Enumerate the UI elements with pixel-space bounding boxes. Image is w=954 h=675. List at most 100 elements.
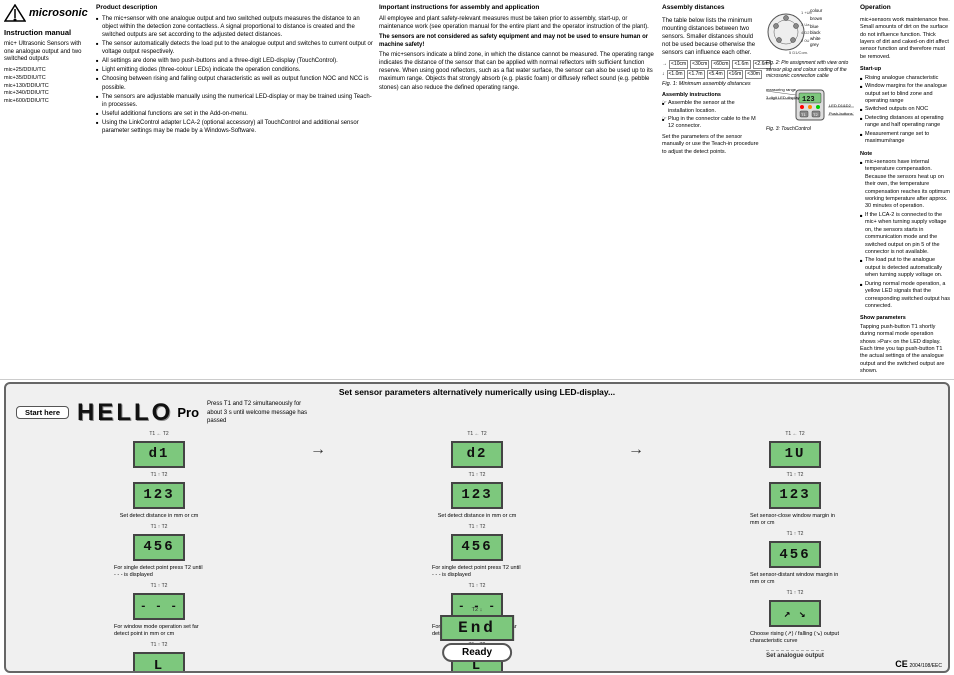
note-heading: Note xyxy=(860,151,950,158)
au-123-text: 123 xyxy=(779,487,810,503)
important-warning: The sensors are not considered as safety… xyxy=(379,33,658,49)
diagram-inner: Start here HELLO Pro Press T1 and T2 sim… xyxy=(6,399,948,666)
startup-heading: Start-up xyxy=(860,66,950,73)
startup-item-3: ■Switched outputs on NOC xyxy=(860,106,950,113)
d1-123-lcd: 123 xyxy=(133,482,185,509)
startup-section: Start-up ■Rising analogue characteristic… xyxy=(860,66,950,146)
note-item-2: ■If the LCA-2 is connected to the mic+ w… xyxy=(860,212,950,257)
d2-lcd-text: d2 xyxy=(467,446,488,462)
d2-123-lcd: 123 xyxy=(451,482,503,509)
start-row: Start here HELLO Pro Press T1 and T2 sim… xyxy=(12,399,942,427)
startup-item-4: ■Detecting distances at operating range … xyxy=(860,115,950,130)
model-list: mic+25/DDIU/TC mic+35/DDIU/TC mic+130/DD… xyxy=(4,67,92,105)
d1-t1t2-mid3: T1 ↑ T2 xyxy=(151,583,168,589)
au-curve-desc: Choose rising (↗) / falling (↘) output c… xyxy=(750,631,840,645)
d2-456-text: 456 xyxy=(461,539,492,555)
au-456-text: 456 xyxy=(779,547,810,563)
microsonic-logo-icon xyxy=(4,4,26,22)
d2-t1t2-mid2: T1 ↑ T2 xyxy=(469,524,486,530)
fig3-caption: Fig. 3: TouchControl xyxy=(766,126,856,133)
product-bullet-5: Choosing between rising and falling outp… xyxy=(96,75,375,91)
au-t1t2-top: T1 ← T2 xyxy=(785,431,804,437)
operation-col: Operation mic+sensors work maintenance f… xyxy=(860,4,950,377)
d2-123-desc: Set detect distance in mm or cm xyxy=(438,513,517,520)
d1-456-text: 456 xyxy=(143,539,174,555)
press-t1t2-instruction: Press T1 and T2 simultaneously for about… xyxy=(207,400,317,425)
show-parameters-section: Show parameters Tapping push-button T1 s… xyxy=(860,315,950,376)
d2-lcd: d2 xyxy=(451,441,503,468)
svg-text:measuring range: measuring range xyxy=(766,87,797,92)
assembly-item-1: ☞ Assemble the sensor at the installatio… xyxy=(662,100,762,115)
svg-text:Push-buttons T1&T2: Push-buttons T1&T2 xyxy=(829,111,854,116)
svg-text:blue: blue xyxy=(810,24,819,29)
d2-single-desc: For single detect point press T2 until -… xyxy=(432,565,522,579)
operation-text: mic+sensors work maintenance free. Small… xyxy=(860,17,950,62)
assembly-instructions: Assembly instructions ☞ Assemble the sen… xyxy=(662,92,762,132)
d1-flow-col: T1 ← T2 d1 T1 ↑ T2 123 Set detect distan… xyxy=(12,431,306,673)
important-heading: Important instructions for assembly and … xyxy=(379,4,658,13)
au-t1t2-mid3: T1 ↑ T2 xyxy=(787,590,804,596)
assembly-distances-table: → <10cm <30cm <60cm <1.6m <2.6m ↓ <1.0m … xyxy=(662,60,762,79)
diagram-title: Set sensor parameters alternatively nume… xyxy=(6,384,948,399)
svg-text:grey: grey xyxy=(810,42,820,47)
svg-text:3-digit LED-display: 3-digit LED-display xyxy=(766,95,800,100)
product-bullet-7: Useful additional functions are set in t… xyxy=(96,110,375,118)
d1-123-text: 123 xyxy=(143,487,174,503)
pro-text: Pro xyxy=(177,405,199,420)
note-item-1: ■mic+sensors have internal temperature c… xyxy=(860,159,950,211)
assembly-distances-col: Assembly distances The table below lists… xyxy=(662,4,762,377)
svg-text:colour: colour xyxy=(810,8,823,13)
d1-single-desc: For single detect point press T2 until -… xyxy=(114,565,204,579)
d2-456-lcd: 456 xyxy=(451,534,503,561)
d1-L-text: L xyxy=(154,658,164,673)
page-wrapper: microsonic Instruction manual mic+ Ultra… xyxy=(0,0,954,675)
au-t1t2-mid1: T1 ↑ T2 xyxy=(787,472,804,478)
au-123-lcd: 123 xyxy=(769,482,821,509)
show-params-text: Tapping push-button T1 shortly during no… xyxy=(860,324,950,376)
svg-text:T2: T2 xyxy=(813,112,818,117)
instruction-manual-title: Instruction manual xyxy=(4,28,92,38)
svg-text:123: 123 xyxy=(802,96,815,104)
important-instructions-col: Important instructions for assembly and … xyxy=(379,4,658,377)
note-item-3: ■The load put to the analogue output is … xyxy=(860,257,950,279)
au-distant-label: Set sensor-distant window margin in mm o… xyxy=(750,572,840,586)
important-blind-zone: The mic+sensors indicate a blind zone, i… xyxy=(379,51,658,91)
product-description-col: Product description The mic+sensor with … xyxy=(96,4,375,377)
au-lcd: 1U xyxy=(769,441,821,468)
operation-heading: Operation xyxy=(860,4,950,13)
ready-display: Ready xyxy=(442,643,512,662)
start-here-box: Start here xyxy=(16,406,69,419)
svg-text:5 D1/Com.: 5 D1/Com. xyxy=(789,50,808,55)
au-curve-lcd: ↗ ↘ xyxy=(769,600,821,627)
startup-item-5: ■Measurement range set to maximum/range xyxy=(860,131,950,146)
au-curve-text: ↗ ↘ xyxy=(784,607,807,621)
product-bullet-8: Using the LinkControl adapter LCA-2 (opt… xyxy=(96,119,375,135)
d1-window-desc: For window mode operation set far detect… xyxy=(114,624,204,638)
product-bullet-2: The sensor automatically detects the loa… xyxy=(96,40,375,56)
product-bullet-4: Light emitting diodes (three-colour LEDs… xyxy=(96,66,375,74)
svg-text:3 Ua: 3 Ua xyxy=(801,22,810,27)
top-content: microsonic Instruction manual mic+ Ultra… xyxy=(0,0,954,380)
d1-dashes-text: - - - xyxy=(140,601,178,613)
product-bullet-1: The mic+sensor with one analogue output … xyxy=(96,15,375,39)
touch-control-figure: 123 T1 T2 measuring range 3-digit LED-di… xyxy=(766,85,856,133)
au-456-lcd: 456 xyxy=(769,541,821,568)
d2-t1t2-mid3: T1 ↑ T2 xyxy=(469,583,486,589)
product-desc-heading: Product description xyxy=(96,4,375,13)
ce-symbol: CE xyxy=(895,659,908,669)
d1-L-lcd: L xyxy=(133,652,185,673)
svg-text:black: black xyxy=(810,30,821,35)
svg-text:white: white xyxy=(810,36,821,41)
svg-text:2 0U: 2 0U xyxy=(801,38,810,43)
svg-text:brown: brown xyxy=(810,16,823,21)
important-intro: All employee and plant safety-relevant m… xyxy=(379,15,658,31)
startup-item-1: ■Rising analogue characteristic xyxy=(860,75,950,82)
au-window-label: Set sensor-close window margin in mm or … xyxy=(750,513,840,527)
pin-assignment-figure: colour brown blue black white grey 1 +Ub… xyxy=(766,4,856,80)
note-section: Note ■mic+sensors have internal temperat… xyxy=(860,151,950,312)
assembly-heading: Assembly distances xyxy=(662,4,762,13)
logo-title-col: microsonic Instruction manual mic+ Ultra… xyxy=(4,4,92,377)
au-lcd-text: 1U xyxy=(785,446,806,462)
d1-t1t2-mid2: T1 ↑ T2 xyxy=(151,524,168,530)
d1-lcd: d1 xyxy=(133,441,185,468)
